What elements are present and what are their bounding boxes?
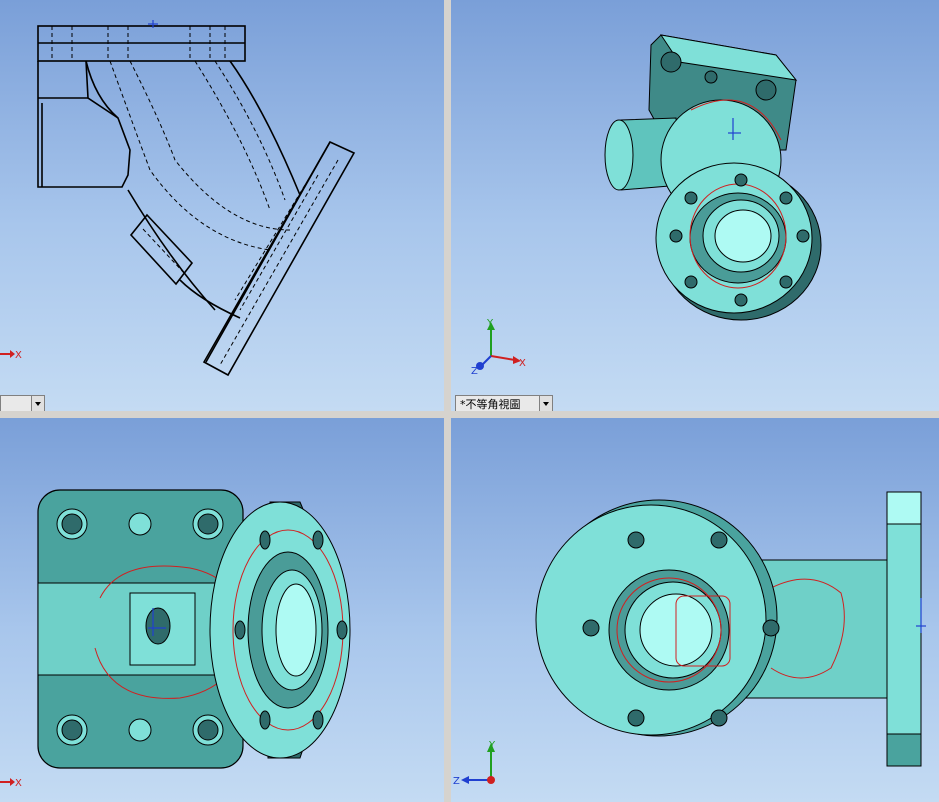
coordinate-triad-icon: Y Z [453,738,503,794]
dropdown-arrow-icon[interactable] [539,396,552,411]
view-name-dropdown[interactable] [0,395,45,411]
svg-text:X: X [15,350,22,361]
part-front-view [37,489,351,769]
viewport-bottom-left[interactable]: X [0,418,444,802]
svg-text:Z: Z [471,366,478,376]
view-name-dropdown[interactable]: *不等角視圖 [455,395,553,411]
svg-text:Y: Y [486,318,494,329]
view-name-label: *不等角視圖 [460,398,521,411]
viewport-top-right[interactable]: Y X Z *不等角視圖 [451,0,939,411]
coordinate-triad-icon: X [0,773,30,795]
part-wireframe-side-view [37,20,356,377]
svg-text:Y: Y [488,740,496,751]
svg-text:Z: Z [453,776,460,787]
coordinate-triad-icon: Y X Z [469,318,529,380]
viewport-bottom-right[interactable]: Y Z [451,418,939,802]
part-right-view [535,491,926,767]
svg-text:X: X [519,358,526,369]
viewport-grid: X Y X Z *不等角視圖 X Y Z [0,0,939,802]
coordinate-triad-icon: X [0,345,30,367]
svg-text:X: X [15,778,22,789]
viewport-top-left[interactable]: X [0,0,444,411]
dropdown-arrow-icon[interactable] [31,396,44,411]
